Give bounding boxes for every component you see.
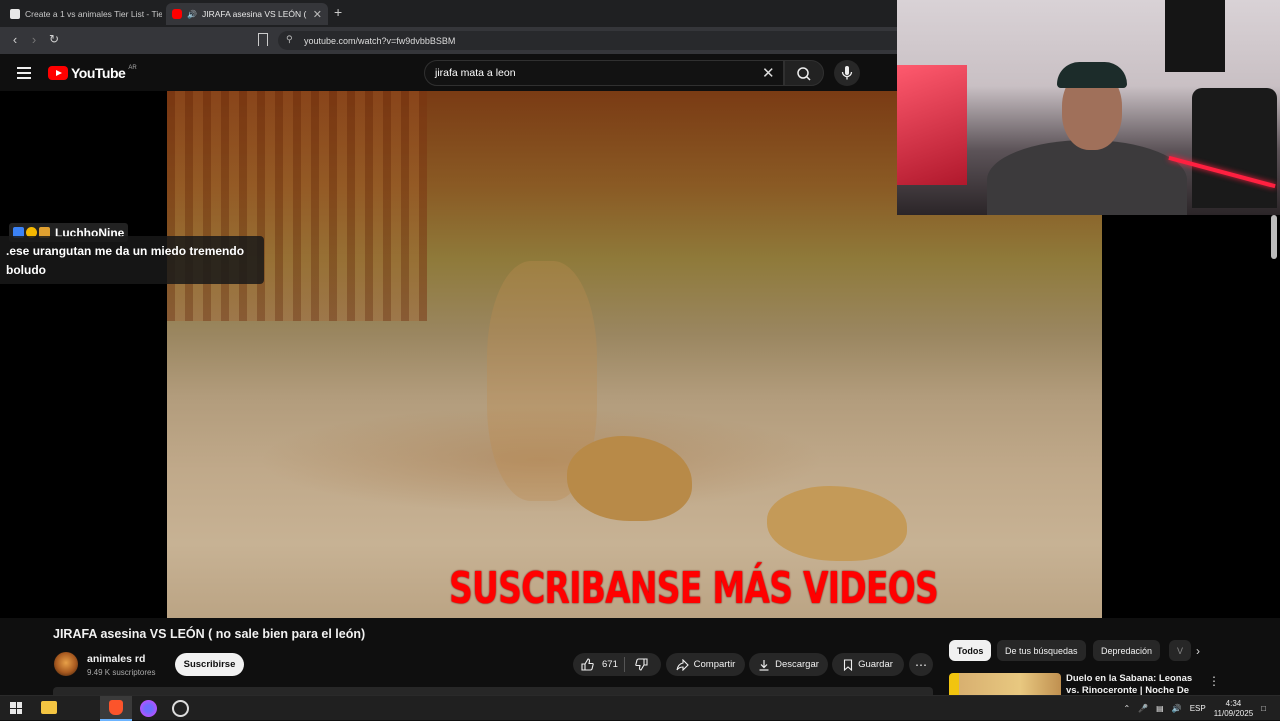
chevron-right-icon[interactable]: › xyxy=(1196,644,1200,658)
recommendation-menu-icon[interactable]: ⋮ xyxy=(1208,674,1220,688)
chip-from-searches[interactable]: De tus búsquedas xyxy=(997,640,1086,661)
search-icon xyxy=(797,67,811,81)
share-arrow-icon xyxy=(676,658,689,671)
recommendation-title[interactable]: Duelo en la Sabana: Leonas vs. Rinoceron… xyxy=(1066,673,1206,697)
tab-youtube-video[interactable]: 🔊 JIRAFA asesina VS LEÓN ( no sale bien … xyxy=(166,3,328,25)
save-label: Guardar xyxy=(858,659,893,670)
url-text: youtube.com/watch?v=fw9dvbbBSBM xyxy=(304,35,456,46)
clear-search-icon[interactable]: ✕ xyxy=(762,64,775,82)
video-frame-trees xyxy=(167,91,427,321)
tab-label: Create a 1 vs animales Tier List - TierM… xyxy=(25,9,162,19)
site-info-icon[interactable]: ⚲ xyxy=(286,34,293,45)
webcam-streamer-body xyxy=(987,140,1187,215)
windows-start-icon[interactable] xyxy=(10,702,22,714)
like-divider xyxy=(624,657,625,672)
chip-more[interactable]: V xyxy=(1169,640,1191,661)
youtube-header: YouTube AR jirafa mata a leon ✕ xyxy=(0,54,897,91)
channel-avatar[interactable] xyxy=(54,652,78,676)
file-explorer-icon[interactable] xyxy=(41,701,57,714)
like-button[interactable]: 671 xyxy=(581,658,618,671)
webcam-jersey xyxy=(1165,0,1225,72)
download-button[interactable]: Descargar xyxy=(749,653,828,676)
bookmark-icon[interactable] xyxy=(258,33,268,46)
chip-predation[interactable]: Depredación xyxy=(1093,640,1161,661)
input-language[interactable]: ESP xyxy=(1190,704,1206,713)
more-dots-icon: ⋯ xyxy=(915,657,927,672)
youtube-favicon-icon xyxy=(172,9,182,19)
speaker-icon: 🔊 xyxy=(187,9,197,19)
region-code: AR xyxy=(128,65,137,71)
close-icon[interactable]: ✕ xyxy=(313,8,322,21)
webcam-streamer-cap xyxy=(1057,62,1127,88)
youtube-logo-text: YouTube xyxy=(71,65,126,81)
tiermaker-favicon-icon xyxy=(10,9,20,19)
bookmark-save-icon xyxy=(844,658,853,671)
show-hidden-icons-chevron-icon[interactable]: ⌃ xyxy=(1123,704,1130,713)
address-bar[interactable]: ⚲ youtube.com/watch?v=fw9dvbbBSBM xyxy=(278,31,897,50)
like-dislike-group: 671 xyxy=(573,653,661,676)
chat-message: .ese urangutan me da un miedo tremendo b… xyxy=(0,236,264,284)
notifications-icon[interactable]: □ xyxy=(1261,704,1266,713)
thumbs-up-icon xyxy=(581,658,594,671)
more-actions-button[interactable]: ⋯ xyxy=(909,653,933,676)
forward-arrow-icon[interactable]: › xyxy=(26,32,42,47)
download-label: Descargar xyxy=(775,659,819,670)
search-button[interactable] xyxy=(784,60,824,86)
microphone-tray-icon[interactable]: 🎤 xyxy=(1138,704,1148,713)
clock-time: 4:34 xyxy=(1225,698,1242,708)
discord-icon[interactable] xyxy=(140,700,157,717)
obs-studio-icon[interactable] xyxy=(172,700,189,717)
like-count: 671 xyxy=(602,659,618,670)
share-button[interactable]: Compartir xyxy=(666,653,745,676)
recommendation-thumbnail[interactable] xyxy=(949,673,1061,695)
tab-tiermaker[interactable]: Create a 1 vs animales Tier List - TierM… xyxy=(4,3,162,25)
video-title: JIRAFA asesina VS LEÓN ( no sale bien pa… xyxy=(53,627,366,641)
windows-taskbar: ⌃ 🎤 ▤ 🔊 ESP 4:34 11/09/2025 □ xyxy=(0,695,1280,721)
reload-icon[interactable]: ↻ xyxy=(46,32,62,46)
system-tray: ⌃ 🎤 ▤ 🔊 ESP 4:34 11/09/2025 □ xyxy=(1123,696,1280,721)
subscribe-button[interactable]: Suscribirse xyxy=(175,653,244,676)
back-arrow-icon[interactable]: ‹ xyxy=(7,32,23,47)
video-frame-lioness xyxy=(767,486,907,561)
taskbar-clock[interactable]: 4:34 11/09/2025 xyxy=(1214,699,1253,719)
voice-search-button[interactable] xyxy=(834,60,860,86)
youtube-logo[interactable]: YouTube AR xyxy=(48,65,137,81)
taskbar-brave-active[interactable] xyxy=(100,696,132,721)
streamer-webcam xyxy=(897,0,1280,215)
chip-all[interactable]: Todos xyxy=(949,640,992,661)
microphone-icon xyxy=(841,66,853,80)
browser-tab-bar: Create a 1 vs animales Tier List - TierM… xyxy=(0,0,897,27)
video-overlay-text: SUSCRIBANSE MÁS VIDEOS xyxy=(449,563,939,614)
search-input[interactable]: jirafa mata a leon xyxy=(424,60,784,86)
share-label: Compartir xyxy=(693,659,736,670)
brave-browser-icon xyxy=(109,700,123,715)
channel-subscriber-count: 9.49 K suscriptores xyxy=(87,668,156,677)
thumbs-down-icon xyxy=(635,658,648,671)
description-box[interactable] xyxy=(53,687,933,695)
channel-name[interactable]: animales rd xyxy=(87,653,145,665)
dislike-button[interactable] xyxy=(635,658,648,674)
video-frame-lioness xyxy=(567,436,692,521)
browser-toolbar: ‹ › ↻ ⚲ youtube.com/watch?v=fw9dvbbBSBM xyxy=(0,27,897,54)
webcam-chair xyxy=(1192,88,1277,208)
clock-date: 11/09/2025 xyxy=(1213,708,1254,718)
webcam-pc-case xyxy=(897,65,967,185)
menu-icon[interactable] xyxy=(17,67,31,82)
page-scrollbar[interactable] xyxy=(1271,215,1277,259)
download-icon xyxy=(759,659,769,671)
new-tab-button[interactable]: + xyxy=(334,4,342,20)
save-button[interactable]: Guardar xyxy=(832,653,904,676)
tab-label: JIRAFA asesina VS LEÓN ( no sale bien pa… xyxy=(201,9,308,19)
volume-icon[interactable]: 🔊 xyxy=(1172,704,1182,713)
network-icon[interactable]: ▤ xyxy=(1156,704,1164,713)
youtube-play-icon xyxy=(48,66,68,80)
